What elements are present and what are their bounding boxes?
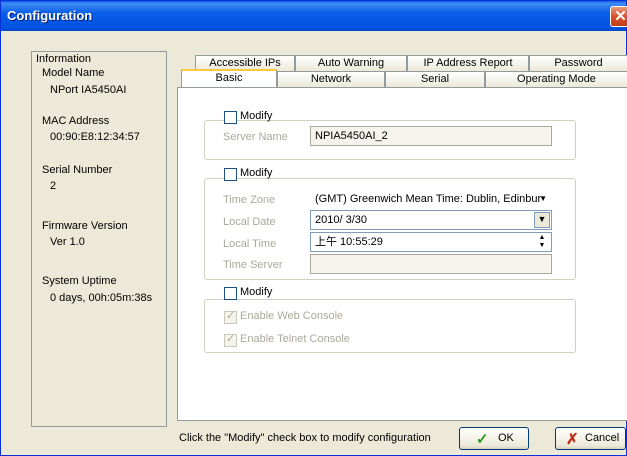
web-console-checkbox[interactable] — [224, 309, 237, 324]
server-modify-label: Modify — [240, 110, 273, 122]
mac-address-label: MAC Address — [42, 115, 110, 127]
telnet-console-label: Enable Telnet Console — [240, 333, 350, 345]
title-bar[interactable]: Configuration ✕ — [1, 1, 627, 31]
time-zone-dropdown-icon: ▼ — [539, 194, 547, 203]
configuration-window: Configuration ✕ Information Model Name N… — [0, 0, 627, 456]
information-panel: Information Model Name NPort IA5450AI MA… — [31, 51, 167, 427]
time-zone-value: (GMT) Greenwich Mean Time: Dublin, Edinb… — [315, 193, 542, 205]
system-uptime-label: System Uptime — [42, 275, 117, 287]
time-zone-label: Time Zone — [223, 194, 276, 206]
local-date-value: 2010/ 3/30 — [315, 214, 367, 226]
server-name-value: NPIA5450AI_2 — [315, 130, 388, 142]
console-modify-checkbox[interactable] — [224, 287, 237, 300]
console-modify-label: Modify — [240, 286, 273, 298]
local-time-picker[interactable]: 上午 10:55:29 ▲ ▼ — [310, 232, 552, 252]
ok-button[interactable]: ✓ OK — [459, 427, 529, 450]
server-modify-checkbox[interactable] — [224, 111, 237, 124]
time-server-label: Time Server — [223, 259, 283, 271]
tab-ip-address-report[interactable]: IP Address Report — [407, 55, 529, 71]
time-modify-checkbox[interactable] — [224, 168, 237, 181]
firmware-version-label: Firmware Version — [42, 220, 128, 232]
basic-tab-panel: Modify Server Name NPIA5450AI_2 Modify T… — [177, 87, 627, 421]
tab-auto-warning[interactable]: Auto Warning — [295, 55, 407, 71]
time-modify-label: Modify — [240, 167, 273, 179]
cancel-label: Cancel — [585, 432, 620, 444]
model-name-label: Model Name — [42, 67, 105, 79]
tab-network[interactable]: Network — [277, 71, 385, 87]
web-console-label: Enable Web Console — [240, 310, 344, 322]
information-title: Information — [36, 53, 92, 65]
serial-number-value: 2 — [50, 180, 57, 192]
window-title: Configuration — [7, 8, 93, 23]
tab-operating-mode[interactable]: Operating Mode — [485, 71, 627, 87]
x-icon: ✗ — [566, 431, 579, 448]
tab-basic[interactable]: Basic — [181, 69, 277, 87]
local-time-value: 上午 10:55:29 — [315, 236, 383, 248]
local-date-label: Local Date — [223, 216, 276, 228]
mac-address-value: 00:90:E8:12:34:57 — [50, 131, 140, 143]
tab-serial[interactable]: Serial — [385, 71, 485, 87]
time-zone-select[interactable]: (GMT) Greenwich Mean Time: Dublin, Edinb… — [310, 189, 552, 209]
local-time-label: Local Time — [223, 238, 277, 250]
time-server-input[interactable] — [310, 254, 552, 274]
tab-control: Accessible IPs Auto Warning IP Address R… — [177, 51, 627, 421]
firmware-version-value: Ver 1.0 — [50, 236, 85, 248]
calendar-dropdown-icon[interactable]: ▼ — [534, 212, 550, 228]
system-uptime-value: 0 days, 00h:05m:38s — [50, 292, 153, 304]
cancel-button[interactable]: ✗ Cancel — [555, 427, 626, 450]
tab-password[interactable]: Password — [529, 55, 627, 71]
ok-label: OK — [498, 432, 514, 444]
checkmark-icon: ✓ — [476, 431, 489, 448]
close-button[interactable]: ✕ — [610, 6, 627, 27]
server-name-input[interactable]: NPIA5450AI_2 — [310, 126, 552, 146]
local-date-picker[interactable]: 2010/ 3/30 ▼ — [310, 210, 552, 230]
time-spinner-icon[interactable]: ▲ ▼ — [534, 234, 550, 250]
status-hint: Click the "Modify" check box to modify c… — [179, 432, 431, 444]
server-name-label: Server Name — [223, 131, 288, 143]
telnet-console-checkbox[interactable] — [224, 332, 237, 347]
serial-number-label: Serial Number — [42, 164, 113, 176]
model-name-value: NPort IA5450AI — [50, 84, 127, 96]
